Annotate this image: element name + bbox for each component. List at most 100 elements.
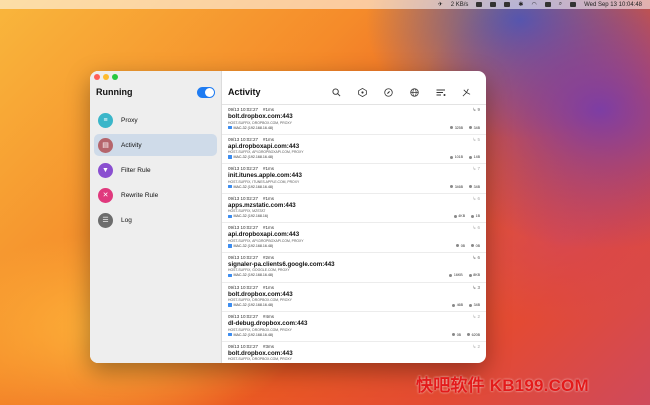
- tag-icon[interactable]: [355, 86, 370, 98]
- connection-count: ↳ 2: [472, 343, 480, 349]
- request-duration: #2ms: [263, 254, 275, 260]
- list-item[interactable]: 09/13 10:02:27 #4ms ↳ 2 dl-debug.dropbox.co…: [222, 312, 486, 342]
- upload-bytes: 1B: [471, 214, 480, 218]
- search-icon[interactable]: [329, 86, 344, 98]
- request-host: bolt.dropbox.com:443: [228, 113, 293, 120]
- list-item[interactable]: 09/13 10:02:27 #1ms ↳ 7 init.itunes.apple.c…: [222, 164, 486, 194]
- list-item[interactable]: 09/13 10:02:27 #1ms ↳ 3 bolt.dropbox.com:44…: [222, 283, 486, 313]
- list-icon: ≡: [98, 112, 113, 128]
- search-menubar-icon[interactable]: ⌕: [559, 1, 562, 8]
- plane-status-icon[interactable]: ✈: [438, 1, 443, 8]
- list-item[interactable]: 09/13 10:02:27 #1ms ↳ 6 apps.mzstatic.com:4…: [222, 194, 486, 224]
- window-controls: [94, 74, 118, 80]
- connection-count: ↳ 6: [472, 195, 480, 201]
- source-device: MAC-32 (192.168.16): [233, 214, 269, 219]
- minimize-window-button[interactable]: [103, 74, 109, 80]
- sidebar-item-activity[interactable]: ▤ Activity: [94, 134, 217, 156]
- device-icon: [228, 155, 232, 159]
- request-time: 09/13 10:02:27: [228, 195, 259, 201]
- request-meta: 09/13 10:02:27 #1ms: [228, 107, 274, 112]
- list-item[interactable]: 09/13 10:02:27 #1ms ↳ 9 bolt.dropbox.com:44…: [222, 105, 486, 135]
- running-toggle[interactable]: [197, 87, 215, 98]
- clock[interactable]: Wed Sep 13 10:04:48: [584, 2, 642, 8]
- upload-icon: [471, 214, 475, 218]
- globe-icon[interactable]: [407, 86, 422, 98]
- close-window-button[interactable]: [94, 74, 100, 80]
- connection-count: ↳ 9: [472, 107, 480, 112]
- request-meta: 09/13 10:02:27 #1ms: [228, 196, 274, 201]
- connection-count: ↳ 6: [472, 254, 480, 260]
- list-item[interactable]: 09/13 10:02:27 #1ms ↳ 6 api.dropboxapi.com:…: [222, 223, 486, 253]
- connection-count-value: 2: [477, 343, 480, 349]
- bluetooth-icon[interactable]: ✱: [518, 1, 523, 8]
- download-icon: [449, 274, 453, 278]
- upload-bytes: 620B: [467, 333, 480, 337]
- download-icon: [450, 185, 454, 189]
- sidebar-nav: ≡ Proxy ▤ Activity ▼ Filter Rule ✕ Rewri…: [94, 109, 217, 234]
- download-icon: [453, 214, 457, 218]
- request-source: MAC-32 (192.168.16.48): [228, 126, 273, 130]
- input-source-icon[interactable]: [544, 2, 551, 7]
- request-source: MAC-32 (192.168.16.48): [228, 273, 273, 277]
- request-source: MAC-32 (192.168.16.48): [228, 303, 273, 307]
- filter-icon: ▼: [98, 162, 113, 178]
- sidebar: Running ≡ Proxy ▤ Activity ▼ Filter Rule…: [90, 71, 222, 363]
- download-bytes: 4KB: [453, 214, 466, 219]
- device-icon: [228, 184, 232, 189]
- sidebar-item-label: Activity: [121, 141, 142, 149]
- request-host: api.dropboxapi.com:443: [228, 142, 300, 150]
- request-meta: 09/13 10:02:27 #1ms: [228, 137, 274, 142]
- upload-icon: [468, 274, 472, 278]
- source-device: MAC-32 (192.168.16.48): [233, 125, 274, 130]
- device-icon: [228, 214, 232, 219]
- download-value: 0B: [456, 332, 462, 337]
- control-center-icon[interactable]: [570, 2, 577, 7]
- download-value: 4KB: [458, 214, 466, 219]
- upload-value: 34B: [473, 125, 480, 130]
- upload-value: 14B: [473, 155, 480, 160]
- plane-icon[interactable]: [459, 86, 474, 98]
- device-icon: [228, 244, 232, 248]
- xmark-icon: ✕: [98, 187, 113, 203]
- sidebar-item-rewrite-rule[interactable]: ✕ Rewrite Rule: [94, 184, 217, 206]
- connection-count: ↳ 7: [472, 166, 480, 172]
- clipboard-icon: ▤: [98, 137, 113, 153]
- sidebar-item-label: Filter Rule: [121, 166, 151, 174]
- sync-icon[interactable]: [476, 2, 483, 7]
- sidebar-item-proxy[interactable]: ≡ Proxy: [94, 109, 217, 131]
- matched-rule: HOST-SUFFIX, API.DROPBOXAPI.COM, PROXY: [228, 238, 304, 243]
- list-item[interactable]: 09/13 10:02:27 #2ms ↳ 6 signaler-pa.clients…: [222, 253, 486, 283]
- connection-count: ↳ 6: [472, 225, 480, 231]
- sidebar-item-log[interactable]: ☰ Log: [94, 209, 217, 231]
- upload-icon: [469, 303, 473, 307]
- request-host: init.itunes.apple.com:443: [228, 172, 302, 180]
- matched-rule: HOST-SUFFIX, ITUNES.APPLE.COM, PROXY: [228, 179, 300, 184]
- device-icon: [228, 332, 232, 337]
- dropbox-icon[interactable]: [490, 2, 497, 7]
- compass-icon[interactable]: [381, 86, 396, 98]
- app-window: Running ≡ Proxy ▤ Activity ▼ Filter Rule…: [90, 71, 486, 363]
- request-time: 09/13 10:02:27: [228, 107, 259, 112]
- sidebar-item-filter-rule[interactable]: ▼ Filter Rule: [94, 159, 217, 181]
- request-time: 09/13 10:02:27: [228, 136, 259, 142]
- connection-count-value: 7: [477, 166, 480, 172]
- source-device: MAC-32 (192.168.16.48): [233, 184, 274, 189]
- list-item[interactable]: 09/13 10:02:27 #3ms ↳ 2 bolt.dropbox.com:44…: [222, 342, 486, 363]
- download-bytes: 325B: [450, 126, 463, 130]
- download-value: 101B: [454, 155, 464, 160]
- zoom-window-button[interactable]: [112, 74, 118, 80]
- request-time: 09/13 10:02:27: [228, 343, 259, 349]
- sidebar-item-label: Log: [121, 216, 132, 224]
- upload-value: 8KB: [473, 273, 480, 278]
- traffic-bytes: 46B 34B: [452, 303, 480, 307]
- connection-count-value: 6: [477, 195, 480, 201]
- connection-count: ↳ 3: [472, 284, 480, 290]
- list-item[interactable]: 09/13 10:02:27 #1ms ↳ 5 api.dropboxapi.com:…: [222, 135, 486, 165]
- wifi-icon[interactable]: ◠: [531, 1, 536, 8]
- source-device: MAC-32 (192.168.16.48): [233, 303, 274, 308]
- activity-list[interactable]: 09/13 10:02:27 #1ms ↳ 9 bolt.dropbox.com:44…: [222, 104, 486, 363]
- upload-value: 620B: [471, 332, 480, 337]
- history-icon[interactable]: [504, 2, 511, 7]
- filter-lines-icon[interactable]: [433, 86, 448, 98]
- device-icon: [228, 273, 232, 278]
